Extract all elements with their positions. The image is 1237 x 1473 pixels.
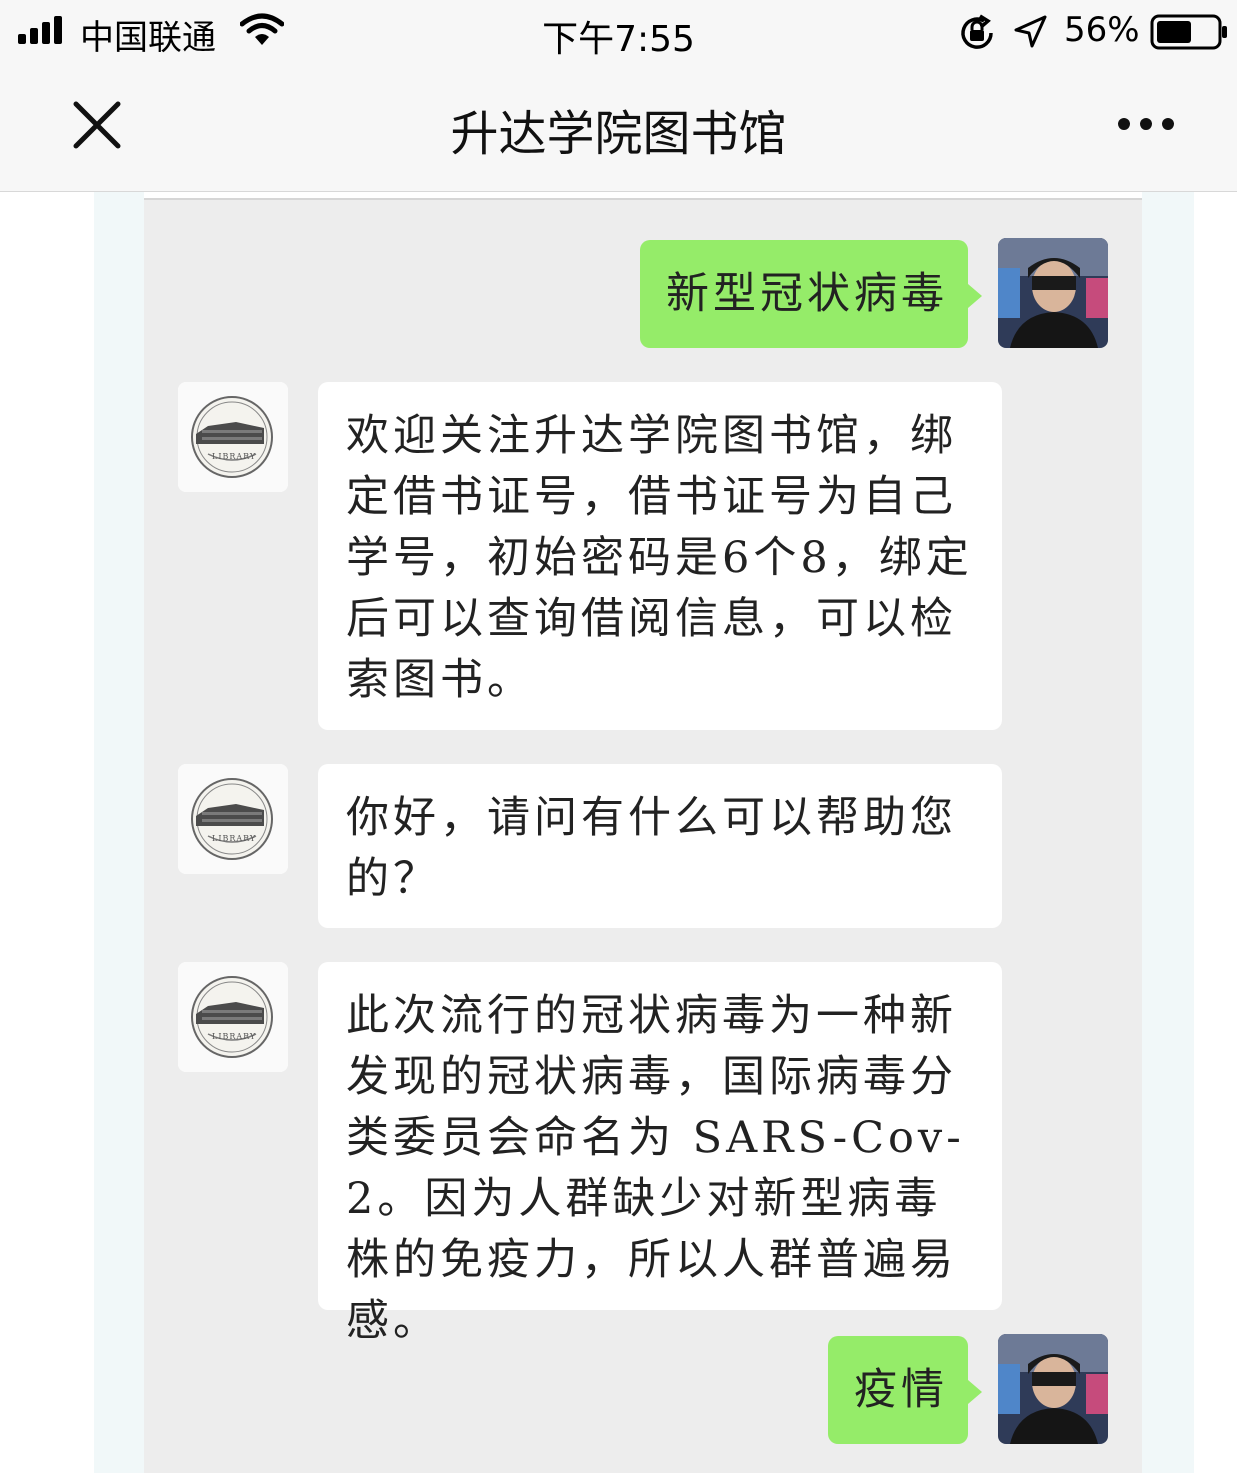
- library-logo: [178, 764, 288, 874]
- library-message-bubble[interactable]: 欢迎关注升达学院图书馆，绑定借书证号，借书证号为自己学号，初始密码是6个8，绑定…: [318, 382, 1002, 730]
- frame-margin-right: [1142, 192, 1194, 1473]
- user-message-bubble[interactable]: 疫情: [828, 1336, 982, 1444]
- library-message-bubble[interactable]: 你好，请问有什么可以帮助您的？: [318, 764, 1002, 928]
- battery-percent: 56%: [1064, 10, 1140, 50]
- page-title: 升达学院图书馆: [450, 106, 787, 162]
- status-bar: 中国联通 下午7:55 56%: [0, 0, 1237, 64]
- library-logo: [178, 382, 288, 492]
- nav-bar: 升达学院图书馆: [0, 64, 1237, 192]
- message-text: 新型冠状病毒: [666, 269, 948, 319]
- user-message-bubble[interactable]: 新型冠状病毒: [640, 240, 982, 348]
- message-text: 你好，请问有什么可以帮助您的？: [346, 793, 957, 904]
- user-avatar[interactable]: [998, 1334, 1108, 1444]
- status-time: 下午7:55: [542, 19, 695, 60]
- library-avatar[interactable]: LIBRARY: [178, 962, 288, 1072]
- user-photo: [998, 1334, 1108, 1444]
- library-logo-label: LIBRARY: [212, 1032, 257, 1041]
- library-logo: [178, 962, 288, 1072]
- user-photo: [998, 238, 1108, 348]
- user-avatar[interactable]: [998, 238, 1108, 348]
- library-logo-label: LIBRARY: [212, 834, 257, 843]
- frame-margin-left: [94, 192, 144, 1473]
- message-text: 此次流行的冠状病毒为一种新发现的冠状病毒，国际病毒分类委员会命名为 SARS-C…: [346, 991, 965, 1346]
- more-icon: [1118, 118, 1174, 130]
- orientation-lock-icon: [958, 14, 996, 52]
- library-message-bubble[interactable]: 此次流行的冠状病毒为一种新发现的冠状病毒，国际病毒分类委员会命名为 SARS-C…: [318, 962, 1002, 1346]
- more-button[interactable]: [1104, 94, 1188, 154]
- location-icon: [1012, 14, 1048, 50]
- library-logo-label: LIBRARY: [212, 452, 257, 461]
- battery-icon: [1150, 12, 1230, 52]
- message-text: 疫情: [854, 1365, 948, 1415]
- library-avatar[interactable]: LIBRARY: [178, 382, 288, 492]
- message-text: 欢迎关注升达学院图书馆，绑定借书证号，借书证号为自己学号，初始密码是6个8，绑定…: [346, 411, 973, 705]
- library-avatar[interactable]: LIBRARY: [178, 764, 288, 874]
